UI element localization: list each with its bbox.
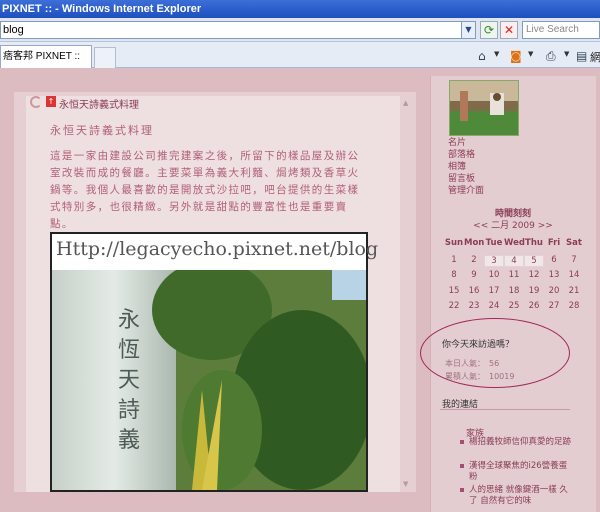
- calendar-day: 12: [528, 270, 540, 280]
- today-visits: 本日人氣： 56: [445, 358, 499, 369]
- calendar-day: 11: [508, 270, 520, 280]
- link-item[interactable]: 楊招義牧師信仰真愛的足跡: [460, 437, 573, 448]
- bullet-icon: [460, 440, 464, 444]
- address-text: blog: [3, 24, 24, 36]
- loading-icon: [30, 96, 42, 108]
- post-heading: 永恒天詩義式料理: [50, 124, 154, 137]
- total-visits: 累積人氣： 10019: [445, 371, 514, 382]
- calendar-day: 13: [548, 270, 560, 280]
- calendar-day: 16: [468, 286, 480, 296]
- weekday: Wed: [504, 238, 525, 248]
- stop-icon[interactable]: ✕: [500, 21, 518, 39]
- refresh-icon[interactable]: ⟳: [480, 21, 498, 39]
- address-bar[interactable]: blog: [0, 21, 462, 39]
- sidebar-links: 名片 部落格 相簿 留言板 管理介面: [448, 137, 484, 197]
- address-toolbar: blog ▼ ⟳ ✕ Live Search: [0, 18, 600, 42]
- calendar-day: 1: [451, 255, 457, 265]
- tab-label: 痞客邦 PIXNET ::: [3, 51, 81, 62]
- address-dropdown-icon[interactable]: ▼: [462, 21, 476, 39]
- scroll-down-icon[interactable]: ▼: [403, 480, 408, 488]
- search-input[interactable]: Live Search: [522, 21, 600, 39]
- calendar-day: 18: [508, 286, 520, 296]
- calendar-day: 19: [528, 286, 540, 296]
- link-item-text: 人的思緒 就像鍵酒一樣 久了 自然有它的味: [469, 485, 568, 506]
- sidebar-link-blog[interactable]: 部落格: [448, 149, 484, 161]
- link-item[interactable]: 漢得全球聚焦的i26營養蛋粉: [460, 461, 573, 483]
- calendar-day: 8: [451, 270, 457, 280]
- calendar-day: 21: [568, 286, 580, 296]
- calendar-day: 14: [568, 270, 580, 280]
- calendar-day: 10: [488, 270, 500, 280]
- rss-dropdown-icon[interactable]: ▼: [528, 50, 533, 58]
- photo-url-caption: Http://legacyecho.pixnet.net/blog: [56, 238, 379, 260]
- calendar-day: 17: [488, 286, 500, 296]
- calendar-day: 24: [488, 301, 500, 311]
- today-visits-value: 56: [489, 359, 500, 368]
- restaurant-photo: [52, 270, 366, 490]
- calendar-day-highlighted[interactable]: 4: [504, 255, 524, 267]
- window-title-bar: PIXNET :: - Windows Internet Explorer: [0, 0, 600, 18]
- calendar-nav[interactable]: << 二月 2009 >>: [430, 218, 596, 231]
- calendar-day: 26: [528, 301, 540, 311]
- sidebar-link-admin[interactable]: 管理介面: [448, 185, 484, 197]
- rss-feed-icon[interactable]: ◙: [510, 48, 522, 64]
- bullet-icon: [460, 464, 464, 468]
- calendar-day: 23: [468, 301, 480, 311]
- calendar-day: 27: [548, 301, 560, 311]
- weekday: Thu: [525, 238, 543, 248]
- calendar-day-highlighted[interactable]: 5: [524, 255, 544, 267]
- link-item-text: 漢得全球聚焦的i26營養蛋粉: [469, 461, 568, 482]
- today-visits-label: 本日人氣：: [445, 359, 485, 368]
- print-icon[interactable]: ⎙: [546, 48, 556, 64]
- weekday: Sun: [444, 238, 464, 248]
- calendar-day: 28: [568, 301, 580, 311]
- calendar-day: 7: [571, 255, 577, 265]
- weekday: Sat: [566, 238, 582, 248]
- bullet-icon: [460, 488, 464, 492]
- sidebar-link-guestbook[interactable]: 留言板: [448, 173, 484, 185]
- calendar-day: 20: [548, 286, 560, 296]
- sign-characters: 永恆天詩義: [118, 308, 141, 453]
- calendar-day: 25: [508, 301, 520, 311]
- calendar-day: 15: [448, 286, 460, 296]
- divider: [440, 409, 570, 410]
- calendar-day: 9: [471, 270, 477, 280]
- calendar-day: 22: [448, 301, 460, 311]
- window-title: PIXNET :: - Windows Internet Explorer: [2, 3, 202, 15]
- post-body: 這是一家由建設公司推完建案之後，所留下的樣品屋及辦公室改裝而成的餐廳。主要菜單為…: [50, 150, 360, 230]
- page-menu-label[interactable]: 網: [590, 49, 600, 65]
- tab-pixnet[interactable]: 痞客邦 PIXNET ::: [0, 45, 92, 68]
- sidebar-link-album[interactable]: 相簿: [448, 161, 484, 173]
- total-visits-label: 累積人氣：: [445, 372, 485, 381]
- tab-bar: 痞客邦 PIXNET :: ⌂ ▼ ◙ ▼ ⎙ ▼ ▤ 網: [0, 42, 600, 68]
- calendar-day: 2: [471, 255, 477, 265]
- page-icon[interactable]: ▤: [576, 48, 587, 64]
- avatar[interactable]: [449, 80, 519, 136]
- search-placeholder: Live Search: [526, 24, 579, 35]
- new-tab-button[interactable]: [94, 47, 116, 68]
- calendar-day: 6: [551, 255, 557, 265]
- link-item[interactable]: 人的思緒 就像鍵酒一樣 久了 自然有它的味: [460, 485, 573, 507]
- weekday: Tue: [485, 238, 503, 248]
- weekday: Mon: [464, 238, 485, 248]
- weekday: Fri: [547, 238, 561, 248]
- post-photo: Http://legacyecho.pixnet.net/blog 永恆天詩義: [50, 232, 378, 492]
- visit-question: 你今天來訪過嗎？: [442, 340, 515, 350]
- calendar-day-highlighted[interactable]: 3: [484, 255, 504, 267]
- avatar-photo: [450, 81, 518, 135]
- home-dropdown-icon[interactable]: ▼: [494, 50, 499, 58]
- total-visits-value: 10019: [489, 372, 515, 381]
- home-icon[interactable]: ⌂: [478, 48, 486, 64]
- post-title-link[interactable]: 永恒天詩義式料理: [59, 96, 139, 111]
- arrow-up-icon[interactable]: ↑: [46, 96, 56, 107]
- print-dropdown-icon[interactable]: ▼: [564, 50, 569, 58]
- link-item-text: 楊招義牧師信仰真愛的足跡: [469, 437, 572, 447]
- sidebar-link-card[interactable]: 名片: [448, 137, 484, 149]
- scroll-up-icon[interactable]: ▲: [403, 99, 408, 107]
